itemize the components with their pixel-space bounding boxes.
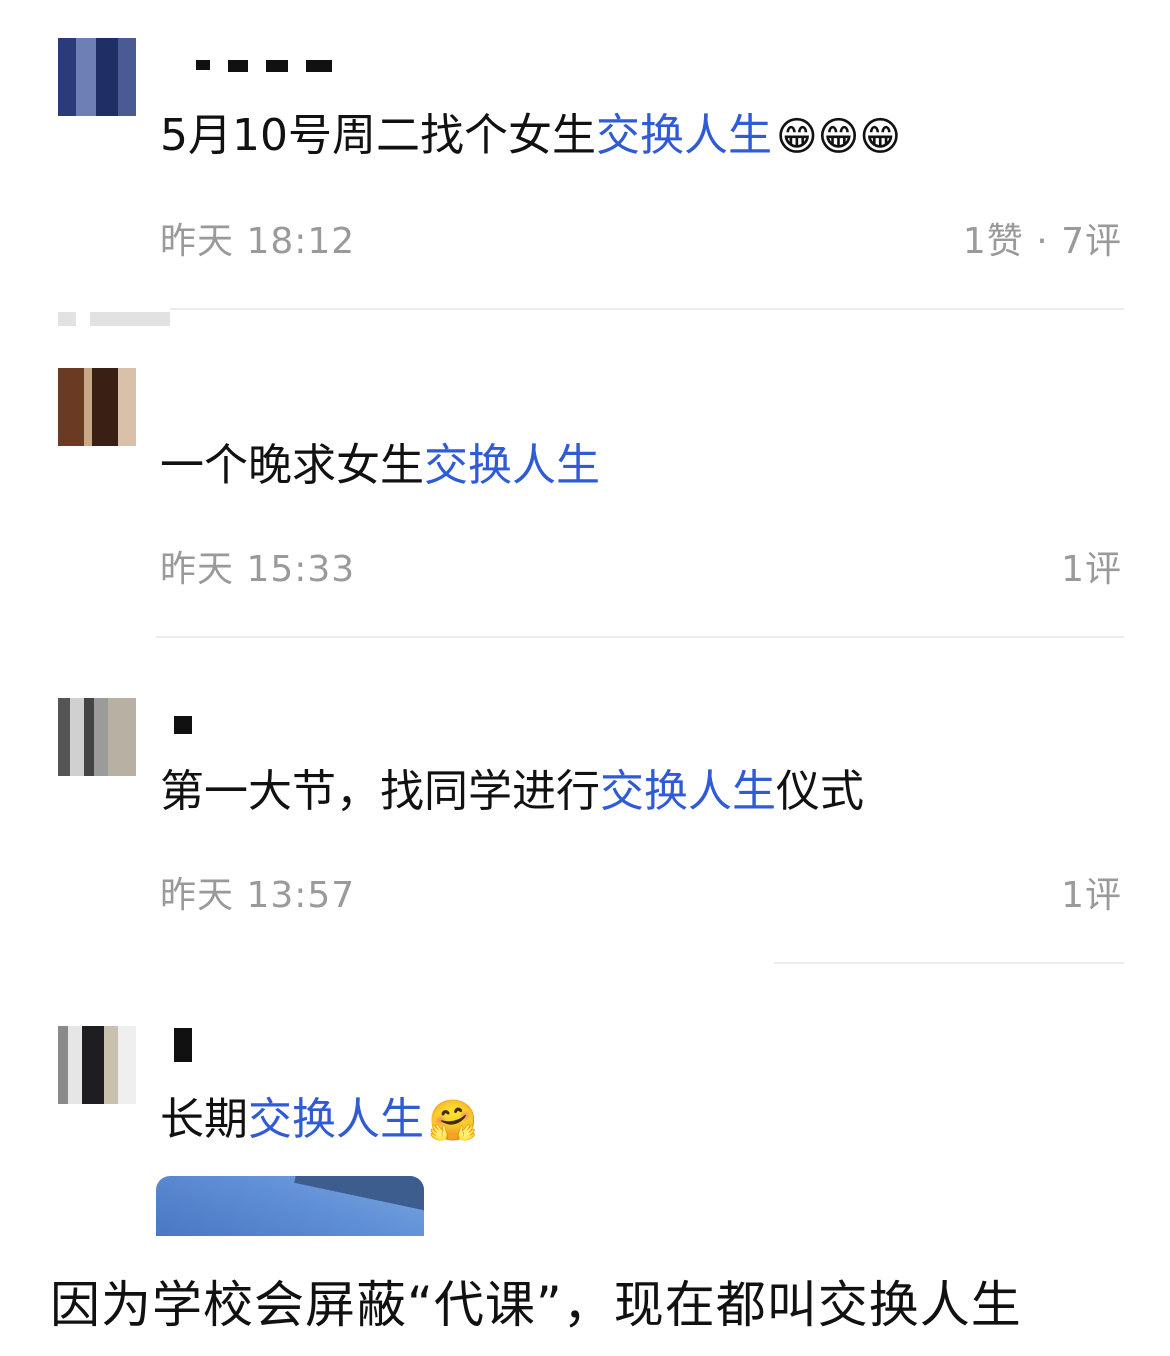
post-time: 昨天 15:33 <box>160 549 356 590</box>
post-text: 第一大节，找同学进行交换人生仪式 <box>160 762 1140 822</box>
divider <box>170 308 1124 310</box>
post-text-prefix: 一个晚求女生 <box>160 440 424 491</box>
post-text-prefix: 5月10号周二找个女生 <box>160 110 596 161</box>
post-stats[interactable]: 1评 <box>1061 866 1122 918</box>
keyword-link[interactable]: 交换人生 <box>424 440 600 491</box>
keyword-link[interactable]: 交换人生 <box>596 110 772 161</box>
avatar[interactable] <box>58 1026 136 1104</box>
post-time: 昨天 18:12 <box>160 221 356 262</box>
post-text-prefix: 长期 <box>160 1094 248 1145</box>
post-text-prefix: 第一大节，找同学进行 <box>160 766 600 817</box>
avatar[interactable] <box>58 368 136 446</box>
divider <box>156 636 1124 638</box>
image-caption: 因为学校会屏蔽“代课”，现在都叫交换人生 <box>50 1276 1022 1334</box>
post-text: 一个晚求女生交换人生 <box>160 436 1140 496</box>
hug-emoji-icon: 🤗 <box>428 1098 478 1144</box>
post-text: 5月10号周二找个女生交换人生 😁😁😁 <box>160 106 1140 167</box>
post-stats[interactable]: 1评 <box>1061 540 1122 592</box>
avatar[interactable] <box>58 698 136 776</box>
divider <box>774 962 1124 964</box>
post-stats[interactable]: 1赞 · 7评 <box>963 212 1122 264</box>
grin-emoji-icon: 😁😁😁 <box>775 114 902 160</box>
keyword-link[interactable]: 交换人生 <box>600 766 776 817</box>
username-redacted[interactable] <box>196 60 332 72</box>
username-redacted[interactable] <box>174 716 192 734</box>
post-photo-thumbnail[interactable] <box>156 1176 424 1236</box>
avatar[interactable] <box>58 38 136 116</box>
keyword-link[interactable]: 交换人生 <box>248 1094 424 1145</box>
redacted-strip <box>90 312 170 326</box>
username-redacted[interactable] <box>174 1028 192 1062</box>
post-text: 长期交换人生 🤗 <box>160 1090 1140 1151</box>
redacted-strip <box>58 312 76 326</box>
post-time: 昨天 13:57 <box>160 875 356 916</box>
post-text-suffix: 仪式 <box>776 766 864 817</box>
